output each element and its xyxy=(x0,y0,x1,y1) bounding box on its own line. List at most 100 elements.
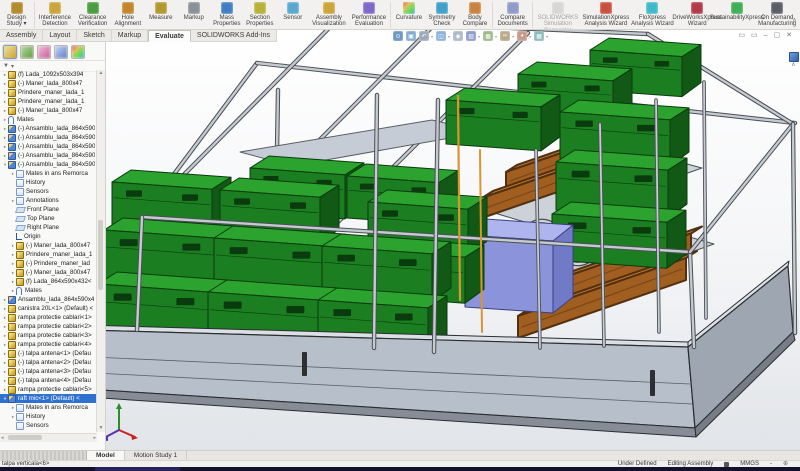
tree-item[interactable]: History xyxy=(0,178,97,187)
close-icon[interactable]: ✕ xyxy=(786,31,792,40)
tree-item[interactable]: ▸rampa protectie cablari<4> xyxy=(0,340,97,349)
ribbon-button-mass-properties[interactable]: Mass Properties xyxy=(210,0,243,28)
view-orientation-icon[interactable]: ▧ xyxy=(466,31,476,41)
dropdown-caret-icon[interactable]: ▾ xyxy=(546,34,548,39)
scroll-up-icon[interactable]: ▲ xyxy=(97,70,105,77)
graphics-viewport[interactable] xyxy=(0,30,800,450)
ribbon-button-assembly-visualization[interactable]: Assembly Visualization xyxy=(309,0,348,28)
window-icon-1[interactable]: ▭ xyxy=(738,31,745,40)
dropdown-caret-icon[interactable]: ▾ xyxy=(495,34,497,39)
tree-item[interactable]: Right Plane xyxy=(0,223,97,232)
dropdown-caret-icon[interactable]: ▾ xyxy=(448,34,450,39)
tree-item[interactable]: ▸Prindere_maner_lada_1 xyxy=(0,97,97,106)
featuremanager-tree-icon[interactable] xyxy=(3,45,17,59)
tree-item[interactable]: ▸(-) Maner_lada_800x47 xyxy=(0,106,97,115)
tab-sketch[interactable]: Sketch xyxy=(77,30,111,42)
tree-item[interactable]: Origin xyxy=(0,232,97,241)
dropdown-caret-icon[interactable]: ▾ xyxy=(529,34,531,39)
dropdown-caret-icon[interactable]: ▾ xyxy=(478,34,480,39)
tab-layout[interactable]: Layout xyxy=(43,30,77,42)
window-icon-2[interactable]: ▭ xyxy=(751,31,758,40)
scroll-thumb[interactable] xyxy=(8,435,42,440)
zoom-area-icon[interactable]: ▣ xyxy=(406,31,416,41)
ribbon-button-sustainabilityxpress[interactable]: SustainabilityXpress xyxy=(719,0,754,21)
tree-item[interactable]: ▸(f) Lada_1092x503x394 xyxy=(0,70,97,79)
tree-item[interactable]: ▸Ansamblu_lada_864x590x4 xyxy=(0,295,97,304)
section-view-icon[interactable]: ◫ xyxy=(436,31,446,41)
ribbon-button-floxpress-analysis-wizard[interactable]: FloXpress Analysis Wizard xyxy=(630,0,675,28)
tree-item[interactable]: Sensors xyxy=(0,421,97,430)
tree-item[interactable]: ▸(-) talpa antena<2> (Defau xyxy=(0,358,97,367)
scroll-down-icon[interactable]: ▼ xyxy=(97,425,105,432)
tab-motion-study-1[interactable]: Motion Study 1 xyxy=(125,451,187,460)
tree-item[interactable]: ▸rampa protectie cablari<2> xyxy=(0,322,97,331)
task-pane-tab[interactable]: ∧ xyxy=(788,52,799,69)
tree-item[interactable]: ▸Mates in ans Remorca xyxy=(0,169,97,178)
propertymanager-icon[interactable] xyxy=(20,45,34,59)
ribbon-button-sensor[interactable]: Sensor xyxy=(276,0,309,21)
restore-icon[interactable]: ▢ xyxy=(774,31,781,40)
ribbon-button-interference-detection[interactable]: Interference Detection xyxy=(36,0,74,28)
tree-item[interactable]: ▸(f) Lada_864x590x432< xyxy=(0,277,97,286)
tree-item[interactable]: Sensors xyxy=(0,187,97,196)
pane-splitter-handle[interactable] xyxy=(0,451,87,460)
tree-item[interactable]: ▸rampa protectie cablari<3> xyxy=(0,331,97,340)
tree-item[interactable]: ▸(-) Ansamblu_lada_864x590 xyxy=(0,151,97,160)
hide-show-icon[interactable]: ∞ xyxy=(500,31,510,41)
tree-item[interactable]: ▸(-) Maner_lada_800x47 xyxy=(0,268,97,277)
ribbon-button-clearance-verification[interactable]: Clearance Verification xyxy=(74,0,111,28)
dimxpertmanager-icon[interactable] xyxy=(54,45,68,59)
appearance-icon[interactable]: ◕ xyxy=(517,31,527,41)
tab-evaluate[interactable]: Evaluate xyxy=(148,30,191,42)
tree-item[interactable]: ▾(-) Ansamblu_lada_864x590 xyxy=(0,160,97,169)
display-style-icon[interactable]: ▩ xyxy=(483,31,493,41)
annotation-views-icon[interactable]: ◉ xyxy=(453,31,463,41)
tab-markup[interactable]: Markup xyxy=(112,30,148,42)
tree-item[interactable]: ▸(-) Ansamblu_lada_864x590 xyxy=(0,133,97,142)
ribbon-button-hole-alignment[interactable]: Hole Alignment xyxy=(111,0,144,28)
tree-item[interactable]: ▸rampa protectie cablari<5> xyxy=(0,385,97,394)
tree-vertical-scrollbar[interactable]: ▲ ▼ xyxy=(96,70,105,432)
configurationmanager-icon[interactable] xyxy=(37,45,51,59)
tab-assembly[interactable]: Assembly xyxy=(0,30,43,42)
ribbon-button-performance-evaluation[interactable]: Performance Evaluation xyxy=(349,0,390,28)
tree-item[interactable]: ▸Mates xyxy=(0,115,97,124)
tree-item[interactable]: ▸(-) Maner_lada_800x47 xyxy=(0,241,97,250)
tree-item[interactable]: ▸(-) Prindere_maner_lad xyxy=(0,259,97,268)
ribbon-button-simulationxpress-analysis-wizard[interactable]: SimulationXpress Analysis Wizard xyxy=(582,0,630,28)
ribbon-button-driveworksxpress-wizard[interactable]: DriveWorksXpress Wizard xyxy=(675,0,719,28)
tree-item[interactable]: ▸(-) talpa antena<3> (Defau xyxy=(0,367,97,376)
tree-item[interactable]: ▸(-) Maner_lada_800x47 xyxy=(0,79,97,88)
scroll-left-icon[interactable]: ◂ xyxy=(1,435,4,441)
ribbon-button-design-study[interactable]: Design Study ▾ xyxy=(0,0,33,28)
tree-item[interactable]: ▸canistra 20L<1> (Default) < xyxy=(0,304,97,313)
scroll-thumb[interactable] xyxy=(98,220,103,290)
tree-horizontal-scrollbar[interactable]: ◂ ▸ xyxy=(0,433,97,442)
previous-view-icon[interactable]: ↶ xyxy=(419,31,429,41)
tree-item[interactable]: ▸(-) talpa antena<4> (Defau xyxy=(0,376,97,385)
tree-item[interactable]: Front Plane xyxy=(0,205,97,214)
tree-item[interactable]: ▸Mates in ans Remorca xyxy=(0,403,97,412)
displaymanager-icon[interactable] xyxy=(71,45,85,59)
zoom-fit-icon[interactable]: ⊙ xyxy=(393,31,403,41)
tree-item[interactable]: ▾raft mic<1> (Default) < xyxy=(0,394,97,403)
minimize-icon[interactable]: – xyxy=(764,31,768,40)
tree-item[interactable]: ▸Annotations xyxy=(0,196,97,205)
ribbon-button-curvature[interactable]: Curvature xyxy=(392,0,425,21)
tree-item[interactable]: ▸Mates xyxy=(0,286,97,295)
tree-item[interactable]: ▸(-) talpa antena<1> (Defau xyxy=(0,349,97,358)
tree-item[interactable]: ▸(-) Ansamblu_lada_864x590 xyxy=(0,124,97,133)
tree-item[interactable]: ▸(-) Ansamblu_lada_864x590 xyxy=(0,142,97,151)
tree-item[interactable]: ▸Prindere_maner_lada_1 xyxy=(0,88,97,97)
dropdown-caret-icon[interactable]: ▾ xyxy=(512,34,514,39)
tab-model[interactable]: Model xyxy=(87,451,125,460)
ribbon-collapse-icon[interactable]: ∧ xyxy=(792,17,797,24)
scroll-right-icon[interactable]: ▸ xyxy=(93,435,96,441)
tree-item[interactable]: ▸History xyxy=(0,412,97,421)
ribbon-button-markup[interactable]: Markup xyxy=(177,0,210,21)
tree-item[interactable]: ▸rampa protectie cablari<1> xyxy=(0,313,97,322)
ribbon-button-symmetry-check[interactable]: Symmetry Check xyxy=(425,0,458,28)
tree-item[interactable]: Top Plane xyxy=(0,214,97,223)
scene-icon[interactable]: ▦ xyxy=(534,31,544,41)
tree-item[interactable]: ▸Prindere_maner_lada_1 xyxy=(0,250,97,259)
